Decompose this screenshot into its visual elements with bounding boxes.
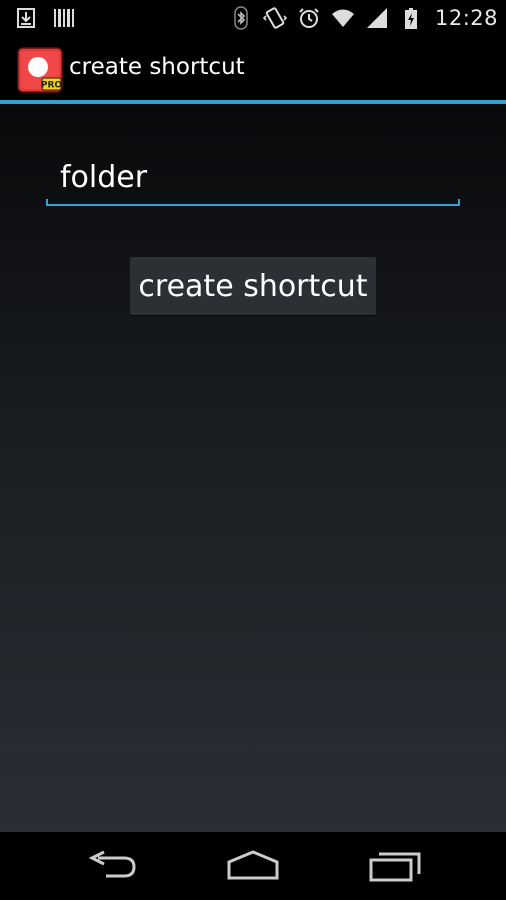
content-area: folder create shortcut: [0, 104, 506, 832]
bluetooth-icon: [234, 6, 248, 30]
signal-icon: [366, 8, 387, 28]
shortcut-name-value: folder: [60, 160, 148, 195]
pro-badge: PRO: [41, 81, 63, 91]
barcode-icon: [54, 9, 74, 27]
download-icon: [17, 8, 35, 28]
status-bar: 12:28: [0, 0, 506, 36]
recents-icon[interactable]: [367, 848, 423, 884]
create-shortcut-button[interactable]: create shortcut: [130, 257, 376, 315]
clock: 12:28: [434, 6, 498, 30]
home-icon[interactable]: [225, 848, 281, 884]
vibrate-icon: [262, 7, 287, 29]
text-field-underline: [46, 199, 460, 206]
battery-charging-icon: [404, 8, 417, 29]
app-icon[interactable]: PRO: [17, 47, 63, 93]
action-bar: PRO create shortcut: [0, 36, 506, 100]
shortcut-name-field[interactable]: folder: [46, 152, 460, 206]
page-title: create shortcut: [69, 54, 245, 80]
navigation-bar: [0, 832, 506, 900]
wifi-icon: [331, 9, 354, 27]
alarm-icon: [299, 8, 319, 28]
back-icon[interactable]: [84, 848, 140, 884]
